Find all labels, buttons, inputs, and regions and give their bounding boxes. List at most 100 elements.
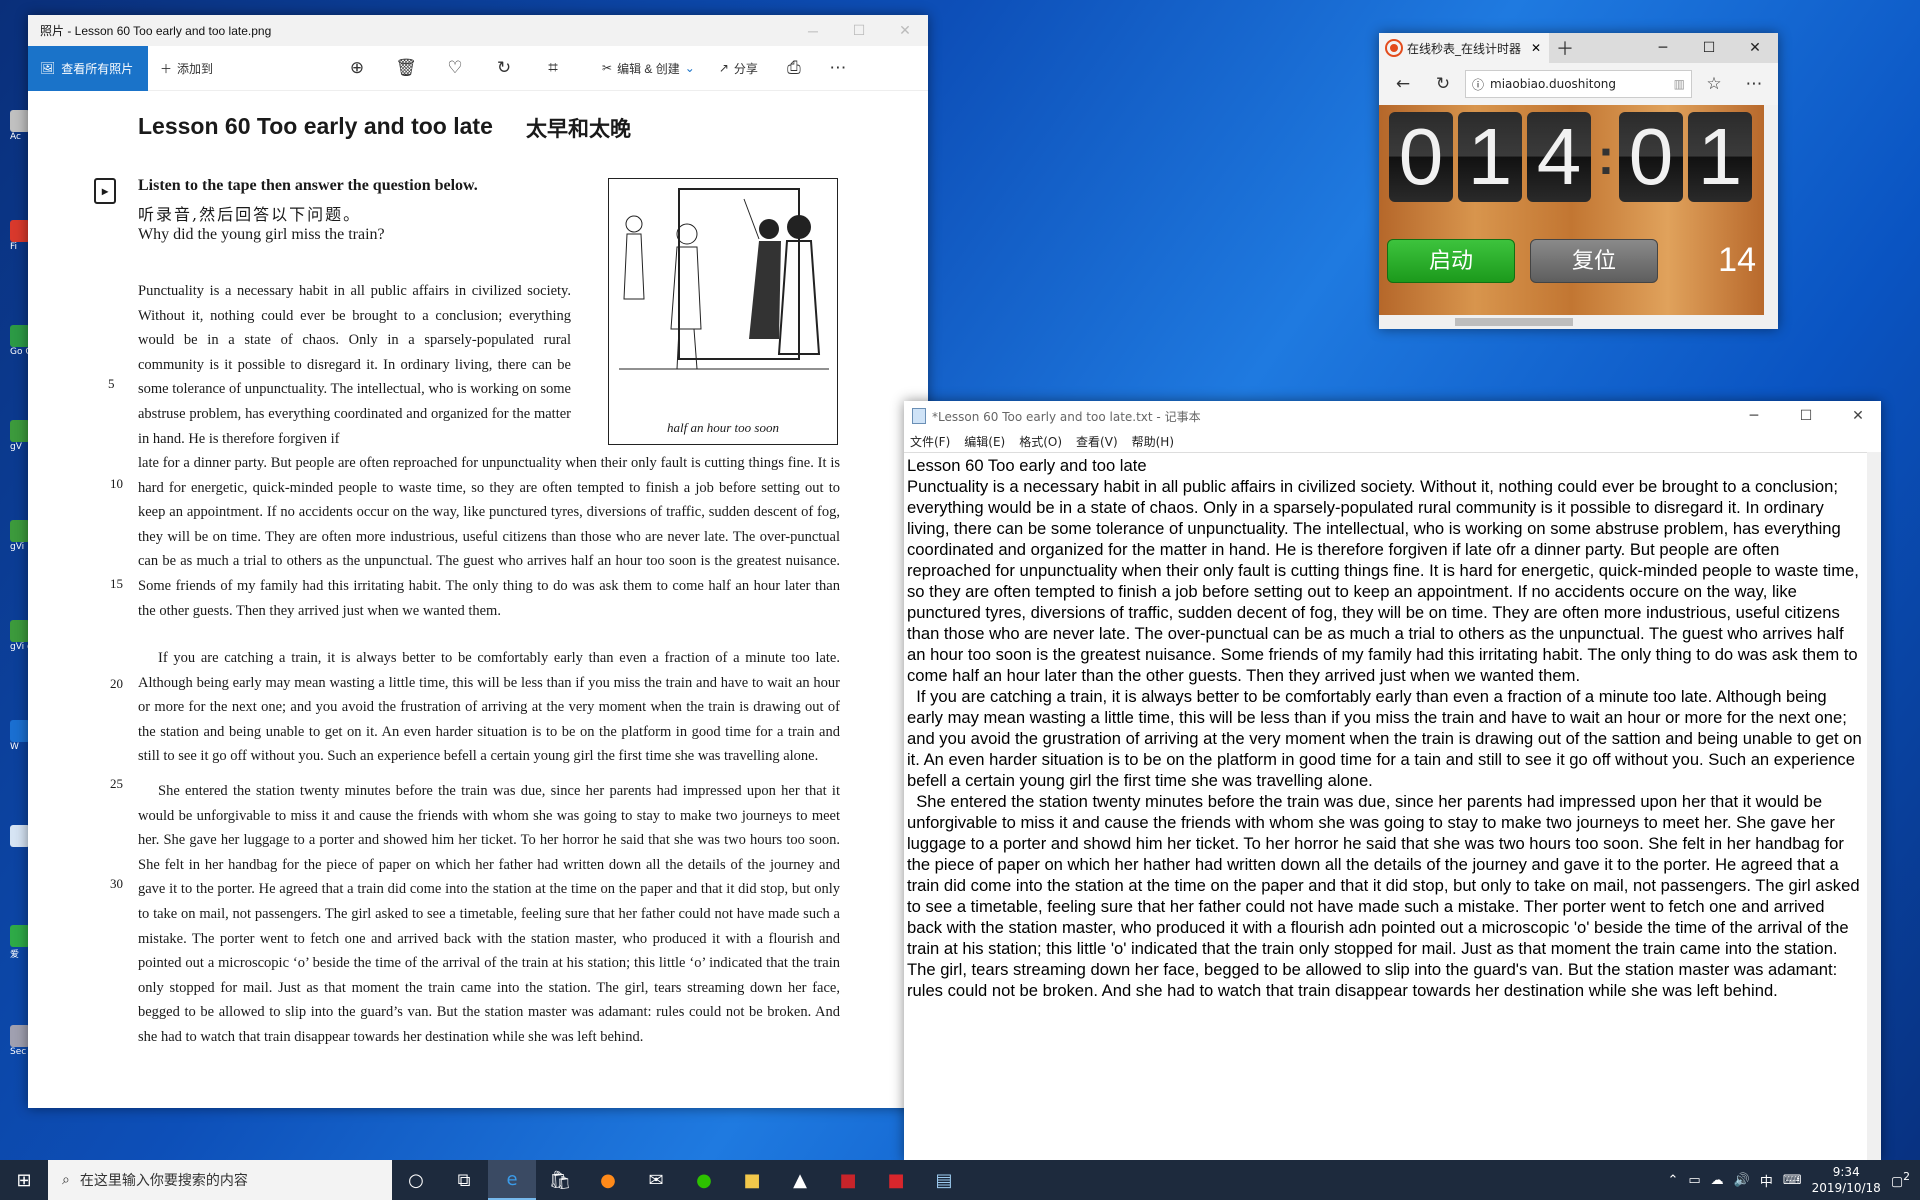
reset-button[interactable]: 复位 [1530,239,1658,283]
close-button[interactable]: ✕ [1835,401,1881,431]
desktop-icons: Ac Fi Go Ch gV gVi gVi on W 爱 Sec [0,0,30,1160]
photos-taskbar-icon[interactable]: ▲ [776,1160,824,1200]
refresh-icon[interactable]: ↻ [1425,74,1461,94]
desktop-icon-label: gV [10,442,22,452]
menu-file[interactable]: 文件(F) [910,433,950,450]
favorite-star-icon[interactable]: ☆ [1696,74,1732,94]
maximize-button[interactable]: ☐ [1686,33,1732,63]
paragraph-2: If you are catching a train, it is alway… [138,650,840,765]
vertical-scrollbar[interactable] [1867,452,1881,1161]
chevron-up-icon[interactable]: ⌃ [1667,1173,1678,1188]
notepad-icon [912,408,926,424]
maximize-button[interactable]: ☐ [1783,401,1829,431]
network-icon[interactable]: ▭ [1688,1173,1700,1188]
new-tab-button[interactable]: ＋ [1549,35,1581,61]
paragraph-3: She entered the station twenty minutes b… [138,783,840,1045]
notepad-taskbar-icon[interactable]: ▤ [920,1160,968,1200]
clock-date: 2019/10/18 [1811,1181,1881,1195]
wechat-icon[interactable]: ● [680,1160,728,1200]
windows-logo-icon: ⊞ [16,1169,32,1191]
notepad-titlebar[interactable]: *Lesson 60 Too early and too late.txt - … [904,401,1881,431]
task-view-icon[interactable]: ⧉ [440,1160,488,1200]
photos-titlebar[interactable]: 照片 - Lesson 60 Too early and too late.pn… [28,15,928,46]
add-to-button[interactable]: ＋ 添加到 [148,46,225,91]
menu-edit[interactable]: 编辑(E) [964,433,1005,450]
app-icon [10,520,30,542]
cloud-icon[interactable]: ☁ [1711,1173,1724,1188]
start-button[interactable]: ⊞ [0,1160,48,1200]
app-icon [10,1025,30,1047]
more-icon[interactable]: ⋯ [1736,74,1772,94]
tape-icon: ▸ [94,178,116,204]
volume-icon[interactable]: 🔊 [1734,1173,1750,1188]
back-icon[interactable]: ← [1385,74,1421,94]
close-button[interactable]: ✕ [882,15,928,46]
view-all-label: 查看所有照片 [61,61,134,76]
desktop-icon-label: 爱 [10,950,20,960]
url-text: miaobiao.duoshitong [1490,77,1617,91]
stopwatch-panel: 0 1 4 : 0 1 启动 复位 14 [1379,105,1764,315]
keyboard-icon[interactable]: ⌨ [1783,1173,1802,1188]
firefox-icon[interactable]: ● [584,1160,632,1200]
cartoon-drawing [619,188,829,370]
delete-icon[interactable]: 🗑 [394,58,418,78]
tab-title: 在线秒表_在线计时器 [1407,41,1522,56]
text-editor[interactable]: Lesson 60 Too early and too late Punctua… [904,452,1867,1161]
url-field[interactable]: ⓘ miaobiao.duoshitong ▥ [1465,70,1692,98]
app-icon [10,220,30,242]
share-label: 分享 [733,61,758,76]
crop-icon[interactable]: ⌗ [541,58,565,78]
minimize-button[interactable]: ─ [1731,401,1777,431]
desktop-icon-label: Go Ch [10,347,30,357]
vertical-scrollbar[interactable] [1764,105,1778,315]
print-icon[interactable]: ⎙ [782,58,806,78]
line-number: 30 [110,876,123,891]
file-explorer-icon[interactable]: ■ [728,1160,776,1200]
app-icon [10,825,30,847]
browser-tab[interactable]: 在线秒表_在线计时器 ✕ [1379,33,1549,63]
office-icon[interactable]: ■ [824,1160,872,1200]
taskbar: ⊞ ⌕ 在这里输入你要搜索的内容 ○ ⧉ e 🛍 ● ✉ ● ■ ▲ ■ ■ ▤… [0,1160,1920,1200]
ime-indicator[interactable]: 中 [1760,1171,1773,1190]
zoom-icon[interactable]: ⊕ [345,58,369,78]
close-tab-icon[interactable]: ✕ [1531,41,1541,55]
minimize-button[interactable]: ─ [790,15,836,46]
view-all-photos-button[interactable]: 🖼 查看所有照片 [28,45,148,91]
mail-icon[interactable]: ✉ [632,1160,680,1200]
pdf-icon[interactable]: ■ [872,1160,920,1200]
start-button[interactable]: 启动 [1387,239,1515,283]
paragraph-1-part-2: late for a dinner party. But people are … [138,455,840,619]
clock[interactable]: 9:34 2019/10/18 [1812,1164,1881,1196]
lesson-title: Lesson 60 Too early and too late [138,113,493,139]
plus-icon: ＋ [160,61,173,76]
photo-icon: 🖼 [40,61,56,75]
cortana-icon[interactable]: ○ [392,1160,440,1200]
desktop-icon-label: gVi [10,542,25,552]
share-button[interactable]: ↗ 分享 [707,46,770,91]
store-icon[interactable]: 🛍 [536,1160,584,1200]
menu-help[interactable]: 帮助(H) [1132,433,1174,450]
search-placeholder: 在这里输入你要搜索的内容 [79,1173,248,1189]
rotate-icon[interactable]: ↻ [492,58,516,78]
edit-create-button[interactable]: ✂ 编辑 & 创建 ⌄ [590,46,707,91]
minimize-button[interactable]: ─ [1640,33,1686,63]
taskbar-search[interactable]: ⌕ 在这里输入你要搜索的内容 [48,1160,392,1200]
window-title: 照片 - Lesson 60 Too early and too late.pn… [40,24,272,38]
lesson-title-cn: 太早和太晚 [526,117,631,141]
heart-icon[interactable]: ♡ [443,58,467,78]
reading-view-icon[interactable]: ▥ [1674,77,1685,91]
edge-taskbar-icon[interactable]: e [488,1160,536,1200]
menu-format[interactable]: 格式(O) [1019,433,1062,450]
lap-counter: 14 [1718,241,1756,279]
maximize-button[interactable]: ☐ [836,15,882,46]
illustration-caption: half an hour too soon [667,420,779,435]
notification-count: 2 [1903,1170,1910,1184]
more-icon[interactable]: ⋯ [826,58,850,78]
address-bar-row: ← ↻ ⓘ miaobiao.duoshitong ▥ ☆ ⋯ [1379,63,1778,105]
scrollbar-thumb[interactable] [1455,318,1573,326]
menu-view[interactable]: 查看(V) [1076,433,1118,450]
horizontal-scrollbar[interactable] [1379,315,1778,329]
notification-icon[interactable]: ▢2 [1891,1170,1910,1189]
edge-window: 在线秒表_在线计时器 ✕ ＋ ─ ☐ ✕ ← ↻ ⓘ miaobiao.duos… [1379,33,1778,329]
close-button[interactable]: ✕ [1732,33,1778,63]
